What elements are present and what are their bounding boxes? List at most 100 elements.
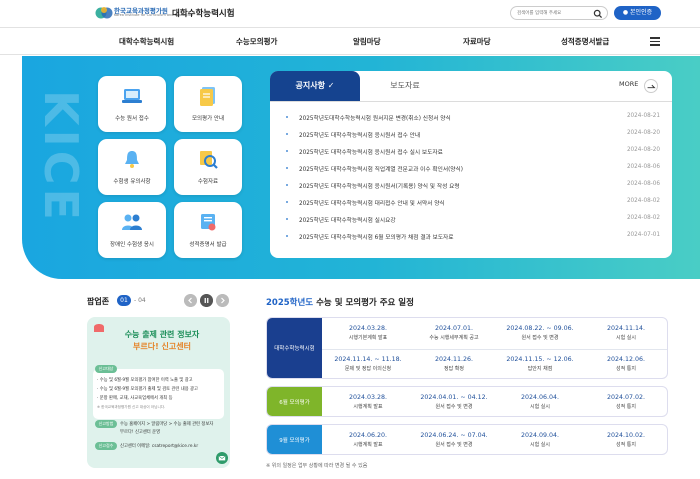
nav-item-csat[interactable]: 대학수학능력시험 [119, 36, 174, 47]
notice-row[interactable]: 2025학년도 대학수학능력시험 실시요강 2024-08-02 [286, 214, 662, 226]
quick-link-disabled-applicants[interactable]: 장애인 수험생 응시 [98, 202, 166, 258]
schedule-event: 시행계획 발표 [353, 404, 383, 410]
notice-title: 2025학년도 대학수학능력시험 6월 모의평가 채점 결과 보도자료 [299, 235, 454, 241]
schedule-date: 2024.11.15. ~ 12.06. [506, 356, 574, 363]
bullet-dot [286, 201, 288, 203]
quick-link-label: 장애인 수험생 응시 [110, 242, 154, 248]
badge-report-target: 신고대상 [95, 365, 117, 373]
notice-row[interactable]: 2025학년도 대학수학능력시험 직업계열 전문교과 이수 확인서(양식) 202… [286, 163, 662, 175]
schedule-title: 2025학년도 수능 및 모의평가 주요 일정 [266, 296, 414, 308]
schedule-date: 2024.03.28. [348, 325, 388, 332]
schedule-date: 2024.11.14. ~ 11.18. [334, 356, 402, 363]
kice-watermark: KICE [34, 90, 88, 224]
tab-notices[interactable]: 공지사항 ✓ [270, 71, 360, 101]
schedule-group: 대학수학능력시험 2024.03.28. 시행기본계획 발표 2024.07.01. 수… [266, 317, 668, 379]
notice-date: 2024-08-02 [626, 215, 660, 221]
report-target-note: ※ 한국교육과정평가원 신고 대상이 아닙니다. [97, 405, 166, 409]
notice-row[interactable]: 2025학년도 대학수학능력시험 대리접수 안내 및 서약서 양식 2024-08… [286, 197, 662, 209]
quick-link-materials[interactable]: 수험자료 [174, 139, 242, 195]
schedule-cell: 2024.04.01. ~ 04.12. 원서 접수 및 변경 [411, 392, 497, 412]
more-link[interactable]: MORE [619, 80, 638, 88]
search-box [510, 6, 608, 20]
notice-date: 2024-08-06 [626, 181, 660, 187]
people-icon [122, 214, 142, 230]
kice-logo-icon[interactable] [95, 5, 113, 21]
notice-row[interactable]: 2025학년도 대학수학능력시험 6월 모의평가 채점 결과 보도자료 2024-… [286, 231, 662, 243]
schedule-event: 시행기본계획 발표 [348, 335, 388, 341]
popup-headline-1: 수능 출제 관련 정보자 [124, 330, 200, 339]
top-header: 한국교육과정평가원 Korea Institute for Curriculum… [0, 0, 700, 27]
schedule-date: 2024.11.26. [434, 356, 474, 363]
quick-link-label: 모의평가 안내 [191, 116, 225, 122]
quick-link-precautions[interactable]: 수험생 유의사항 [98, 139, 166, 195]
bullet-dot [286, 235, 288, 237]
check-circle-icon: ✓ [327, 81, 335, 90]
schedule-date: 2024.11.14. [606, 325, 646, 332]
tab-press-releases[interactable]: 보도자료 [360, 71, 450, 101]
notice-date: 2024-08-06 [626, 164, 660, 170]
schedule-date: 2024.08.22. ~ 09.06. [506, 325, 574, 332]
schedule-event: 원서 접수 및 변경 [521, 335, 559, 341]
document-icon [200, 87, 215, 106]
notice-title: 2025학년도대학수학능력시험 원서지문 변경(취소) 신청서 양식 [299, 116, 451, 122]
badge-report-method: 신고방법 [95, 420, 117, 428]
popup-banner-report-center[interactable]: 수능 출제 관련 정보자 부르다! 신고센터 신고대상 · 수능 및 6월·9월… [87, 317, 230, 468]
schedule-event: 시행계획 발표 [353, 442, 383, 448]
badge-report-submit: 신고접수 [95, 442, 117, 450]
quick-link-certificate[interactable]: 성적증명서 발급 [174, 202, 242, 258]
bullet-dot [286, 184, 288, 186]
schedule-event: 수능 시행세부계획 공고 [429, 335, 479, 341]
menu-icon[interactable] [650, 37, 660, 46]
nav-item-mock-exam[interactable]: 수능모의평가 [236, 36, 277, 47]
identity-verify-button[interactable]: ● 본인인증 [614, 6, 661, 20]
search-icon[interactable] [593, 9, 603, 19]
schedule-event: 문제 및 정답 이의신청 [344, 366, 392, 372]
report-target-line: · 문항 판매, 교재, 사교육업체에서 개최 등 [97, 396, 173, 401]
report-email: 신고센터 이메일: csatreport@kice.re.kr [120, 444, 199, 449]
site-title[interactable]: 대학수학능력시험 [172, 7, 235, 19]
pause-icon[interactable] [200, 294, 213, 307]
prev-arrow-icon[interactable] [184, 294, 197, 307]
main-nav: 대학수학능력시험 수능모의평가 알림마당 자료마당 성적증명서발급 [0, 27, 700, 55]
notice-date: 2024-08-21 [626, 113, 660, 119]
schedule-date: 2024.04.01. ~ 04.12. [420, 394, 488, 401]
nav-item-notice[interactable]: 알림마당 [353, 36, 381, 47]
schedule-date: 2024.09.04. [520, 432, 560, 439]
tab-notices-label: 공지사항 [295, 81, 325, 90]
schedule-date: 2024.06.04. [520, 394, 560, 401]
bullet-dot [286, 116, 288, 118]
nav-item-resources[interactable]: 자료마당 [463, 36, 491, 47]
schedule-cell: 2024.06.20. 시행계획 발표 [325, 430, 411, 450]
notice-title: 2025학년도 대학수학능력시험 직업계열 전문교과 이수 확인서(양식) [299, 167, 463, 173]
notice-title: 2025학년도 대학수학능력시험 응시원서 접수 안내 [299, 133, 421, 139]
schedule-event: 성적 통지 [616, 442, 636, 448]
schedule-cell: 2024.03.28. 시행기본계획 발표 [325, 323, 411, 343]
schedule-event: 성적 통지 [616, 404, 636, 410]
popup-current-page: 01 [117, 295, 131, 306]
schedule-cell: 2024.06.04. 시험 실시 [497, 392, 583, 412]
next-arrow-icon[interactable] [216, 294, 229, 307]
certificate-icon [201, 214, 216, 231]
notice-row[interactable]: 2025학년도 대학수학능력시험 응시원서 접수 실시 보도자료 2024-08-… [286, 146, 662, 158]
schedule-cell: 2024.12.06. 성적 통지 [583, 354, 667, 374]
nav-item-certificate[interactable]: 성적증명서발급 [561, 36, 609, 47]
notice-title: 2025학년도 대학수학능력시험 대리접수 안내 및 서약서 양식 [299, 201, 445, 207]
arrow-right-icon[interactable] [644, 79, 658, 93]
schedule-cell: 2024.10.02. 성적 통지 [583, 430, 667, 450]
notice-row[interactable]: 2025학년도 대학수학능력시험 응시원서 접수 안내 2024-08-20 [286, 129, 662, 141]
quick-link-label: 수능 원서 접수 [115, 116, 149, 122]
schedule-date: 2024.10.02. [606, 432, 646, 439]
quick-link-mock-guide[interactable]: 모의평가 안내 [174, 76, 242, 132]
notice-row[interactable]: 2025학년도 대학수학능력시험 응시원서(기록용) 양식 및 작성 요령 202… [286, 180, 662, 192]
bullet-dot [286, 167, 288, 169]
notice-row[interactable]: 2025학년도대학수학능력시험 원서지문 변경(취소) 신청서 양식 2024-0… [286, 112, 662, 124]
quick-link-label: 수험생 유의사항 [113, 179, 151, 185]
schedule-date: 2024.12.06. [606, 356, 646, 363]
schedule-date: 2024.07.01. [434, 325, 474, 332]
search-input[interactable] [517, 9, 591, 18]
schedule-cell: 2024.07.01. 수능 시행세부계획 공고 [411, 323, 497, 343]
schedule-event: 정답 확정 [444, 366, 464, 372]
schedule-date: 2024.06.24. ~ 07.04. [420, 432, 488, 439]
lock-icon: ● [622, 9, 629, 16]
quick-link-application[interactable]: 수능 원서 접수 [98, 76, 166, 132]
